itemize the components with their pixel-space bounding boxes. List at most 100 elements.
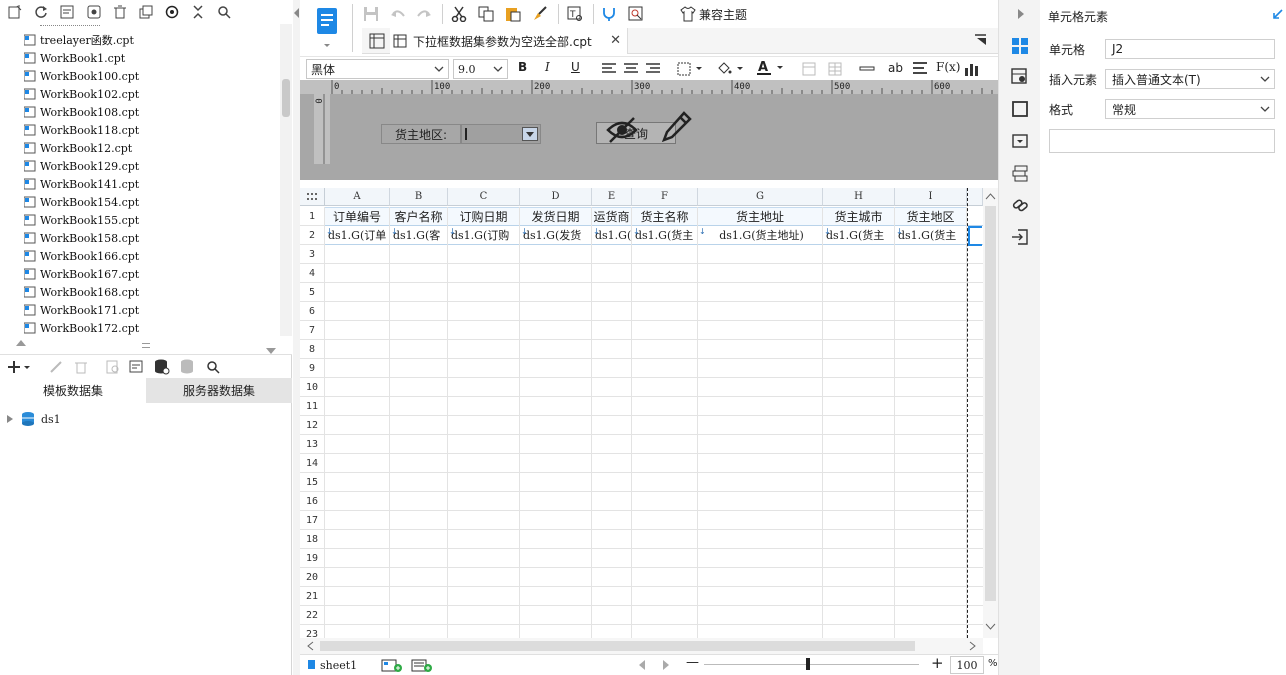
preview-icon[interactable] [104, 358, 122, 376]
row-header[interactable]: 8 [300, 340, 325, 359]
search-icon[interactable] [215, 3, 233, 21]
file-item[interactable]: WorkBook118.cpt [24, 121, 139, 139]
data-cell[interactable]: ds1.G(货主 [823, 226, 894, 244]
save-icon[interactable] [362, 5, 380, 23]
database-disabled-icon[interactable] [179, 358, 197, 376]
template-icon[interactable] [58, 3, 76, 21]
row-header[interactable]: 13 [300, 435, 325, 454]
header-cell[interactable]: 客户名称 [390, 207, 447, 225]
tab-server-dataset[interactable]: 服务器数据集 [146, 378, 292, 403]
file-item[interactable]: WorkBook108.cpt [24, 103, 139, 121]
chevron-down-icon[interactable] [489, 60, 507, 78]
column-header[interactable]: I [895, 188, 967, 206]
dataset-edit-icon[interactable] [128, 358, 146, 376]
scroll-thumb[interactable] [985, 206, 996, 601]
row-header[interactable]: 7 [300, 321, 325, 340]
data-cell[interactable]: ds1.G(客 [390, 226, 447, 244]
settings-icon[interactable] [85, 3, 103, 21]
bold-button[interactable]: B [518, 60, 527, 74]
chevron-down-icon[interactable] [430, 60, 448, 78]
pencil-edit-icon[interactable] [660, 110, 692, 144]
locate-icon[interactable] [163, 3, 181, 21]
row-header[interactable]: 2 [300, 226, 325, 245]
add-sheet-icon[interactable] [380, 656, 404, 674]
data-cell[interactable]: ds1.G(货主地址) [698, 226, 822, 244]
column-header[interactable]: C [448, 188, 520, 206]
chevron-down-icon[interactable] [1256, 70, 1274, 88]
cut-icon[interactable] [450, 5, 468, 23]
row-header[interactable]: 5 [300, 283, 325, 302]
design-separator[interactable] [300, 180, 998, 188]
editor-tab[interactable]: 下拉框数据集参数为空选全部.cpt ✕ [390, 28, 628, 54]
column-header[interactable]: A [325, 188, 390, 206]
edit-icon[interactable] [47, 358, 65, 376]
row-header[interactable]: 15 [300, 473, 325, 492]
row-header[interactable]: 17 [300, 511, 325, 530]
zoom-input[interactable]: 100 [950, 656, 984, 674]
header-cell[interactable]: 运货商 [592, 207, 631, 225]
select-all-corner[interactable] [300, 188, 325, 206]
file-item[interactable]: WorkBook12.cpt [24, 139, 132, 157]
undo-icon[interactable] [389, 5, 407, 23]
import-tab-icon[interactable] [1010, 227, 1030, 247]
data-cell[interactable]: ds1.G(发货 [520, 226, 591, 244]
row-header[interactable]: 14 [300, 454, 325, 473]
row-header[interactable]: 3 [300, 245, 325, 264]
row-header[interactable]: 9 [300, 359, 325, 378]
fill-color-icon[interactable] [715, 60, 747, 78]
splitter[interactable] [0, 336, 292, 354]
header-cell[interactable]: 货主地区 [895, 207, 966, 225]
file-tree-scrollbar[interactable] [280, 24, 292, 336]
merge-icon[interactable] [800, 60, 818, 78]
row-header[interactable]: 18 [300, 530, 325, 549]
widget-tab-icon[interactable] [1010, 131, 1030, 151]
collapse-panel-icon[interactable] [1272, 8, 1284, 20]
text-search-icon[interactable]: T [566, 5, 584, 23]
file-item[interactable]: WorkBook171.cpt [24, 301, 139, 319]
style-tab-icon[interactable] [1010, 99, 1030, 119]
header-cell[interactable]: 货主名称 [632, 207, 697, 225]
zoom-slider-thumb[interactable] [806, 658, 810, 670]
expand-icon[interactable] [6, 414, 14, 424]
data-cell[interactable]: ds1.G(订单 [325, 226, 389, 244]
align-center-icon[interactable] [622, 60, 640, 78]
grip-icon[interactable] [142, 343, 150, 348]
scroll-up-icon[interactable] [16, 340, 26, 346]
file-item[interactable]: WorkBook100.cpt [24, 67, 139, 85]
compat-theme-button[interactable]: 兼容主题 [680, 4, 747, 24]
column-header[interactable]: H [823, 188, 895, 206]
file-item[interactable]: WorkBook155.cpt [24, 211, 139, 229]
row-header[interactable]: 11 [300, 397, 325, 416]
hscroll-thumb[interactable] [320, 641, 915, 651]
column-header[interactable]: G [698, 188, 823, 206]
chart-icon[interactable] [963, 60, 981, 78]
file-item[interactable]: WorkBook102.cpt [24, 85, 139, 103]
file-item[interactable]: WorkBook1.cpt [24, 49, 125, 67]
chevron-down-icon[interactable] [1256, 100, 1274, 118]
row-header[interactable]: 16 [300, 492, 325, 511]
ds1-node[interactable]: ds1 [6, 410, 61, 428]
data-cell[interactable]: ds1.G(订购 [448, 226, 519, 244]
file-item[interactable]: WorkBook158.cpt [24, 229, 139, 247]
file-item[interactable]: WorkBook172.cpt [24, 319, 139, 336]
header-cell[interactable]: 订购日期 [448, 207, 519, 225]
row-header[interactable]: 4 [300, 264, 325, 283]
delete-icon[interactable] [111, 3, 129, 21]
plugin-icon[interactable] [600, 5, 618, 23]
file-item[interactable]: WorkBook166.cpt [24, 247, 139, 265]
insert-element-select[interactable]: 插入普通文本(T) [1105, 69, 1275, 89]
grid-vertical-scrollbar[interactable] [983, 188, 998, 638]
tab-template-dataset[interactable]: 模板数据集 [0, 378, 146, 403]
header-cell[interactable]: 货主城市 [823, 207, 894, 225]
preview-search-icon[interactable] [627, 5, 645, 23]
redo-icon[interactable] [415, 5, 433, 23]
border-icon[interactable] [676, 60, 706, 78]
ab-button[interactable]: ab [888, 61, 903, 75]
sheet-tab[interactable]: sheet1 [308, 657, 357, 673]
row-header[interactable]: 6 [300, 302, 325, 321]
text-wrap-icon[interactable] [911, 60, 929, 78]
scroll-thumb[interactable] [282, 79, 290, 117]
prev-sheet-icon[interactable] [638, 660, 646, 670]
paste-icon[interactable] [504, 5, 522, 23]
file-item[interactable]: WorkBook154.cpt [24, 193, 139, 211]
